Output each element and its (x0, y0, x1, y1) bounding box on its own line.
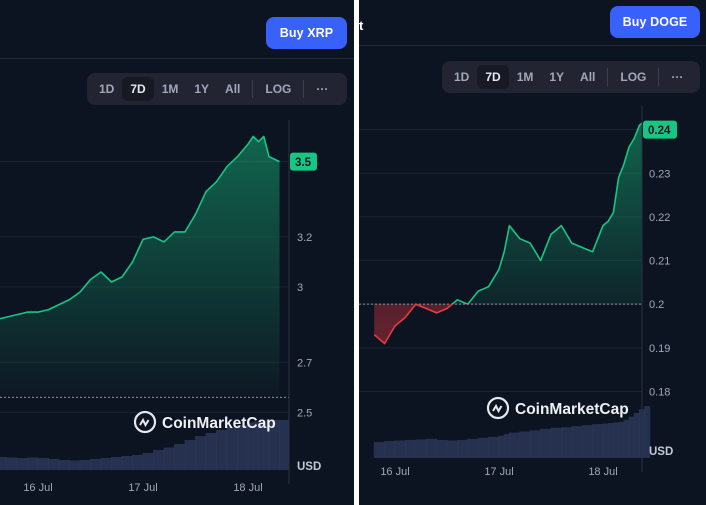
volume-bar (195, 436, 207, 470)
volume-bar (394, 440, 406, 458)
volume-bar (48, 459, 60, 470)
volume-bar (6, 457, 18, 470)
y-tick-label: 0.19 (649, 343, 670, 355)
volume-bar (477, 437, 489, 458)
volume-bar (467, 438, 479, 458)
volume-bar (415, 439, 427, 458)
x-tick-label: 18 Jul (233, 482, 262, 494)
y-tick-label: 3.2 (297, 232, 312, 244)
y-tick-label: 2.5 (297, 407, 312, 419)
volume-bar (132, 455, 144, 470)
watermark-text: CoinMarketCap (162, 415, 276, 432)
volume-bar (519, 431, 531, 458)
volume-bar (226, 427, 238, 470)
volume-bar (607, 423, 614, 458)
volume-bar (581, 425, 593, 458)
volume-bar (446, 440, 458, 458)
volume-bar (27, 457, 39, 470)
volume-bar (79, 460, 91, 470)
volume-bar (216, 430, 228, 470)
price-area-up (452, 123, 642, 305)
price-area-up (0, 136, 280, 398)
coinmarketcap-logo-icon (139, 417, 150, 428)
x-tick-label: 16 Jul (23, 482, 52, 494)
volume-bar (90, 459, 102, 470)
xrp-chart-panel: Buy XRP 1D 7D 1M 1Y All LOG ··· 2.5 2.7 3 3… (0, 0, 354, 505)
volume-bar (602, 423, 609, 458)
xrp-price-chart: 2.5 2.7 3 3.2 3.5 16 Jul 17 Jul 18 Jul USD CoinMa… (0, 120, 321, 494)
volume-bar (498, 435, 505, 458)
x-tick-label: 17 Jul (484, 466, 513, 478)
volume-bar (457, 439, 469, 458)
volume-bar (425, 438, 437, 458)
y-tick-label: 3 (297, 282, 303, 294)
volume-bar (550, 427, 562, 458)
volume-bar (0, 457, 7, 470)
volume-bar (16, 458, 28, 470)
volume-bar (592, 424, 604, 458)
coinmarketcap-logo-icon (492, 403, 503, 414)
volume-bar (37, 458, 49, 470)
x-tick-label: 18 Jul (588, 466, 617, 478)
volume-bar (509, 432, 521, 458)
volume-bar (69, 460, 81, 470)
volume-bar (121, 456, 133, 470)
volume-bar (623, 419, 630, 458)
volume-bar (100, 458, 112, 470)
current-price-label: 3.5 (295, 157, 312, 169)
currency-label: USD (649, 446, 673, 458)
y-tick-label: 2.7 (297, 357, 312, 369)
volume-bar (488, 436, 500, 458)
volume-bar (58, 460, 70, 470)
volume-bar (111, 457, 123, 470)
volume-bar (571, 426, 583, 458)
doge-price-chart: 0.18 0.19 0.2 0.21 0.22 0.23 0.24 16 Jul 17 Jul 1… (359, 106, 677, 478)
volume-bar (529, 430, 541, 458)
x-tick-label: 17 Jul (128, 482, 157, 494)
volume-bar (174, 444, 186, 470)
watermark-text: CoinMarketCap (515, 401, 629, 418)
x-tick-label: 16 Jul (380, 466, 409, 478)
volume-bar (205, 433, 217, 470)
volume-bar (618, 421, 625, 458)
volume-bar (561, 427, 573, 458)
y-tick-label: 0.18 (649, 386, 670, 398)
volume-bar (436, 439, 448, 458)
volume-bar (540, 428, 552, 458)
doge-chart-panel: t Buy DOGE 1D 7D 1M 1Y All LOG ··· 0.18 0… (359, 0, 706, 505)
volume-bar (613, 422, 619, 458)
volume-bar (633, 412, 640, 458)
y-tick-label: 0.2 (649, 299, 664, 311)
volume-bar (163, 447, 175, 470)
current-price-label: 0.24 (648, 125, 671, 137)
volume-bar (384, 441, 396, 458)
volume-bar (153, 450, 165, 470)
y-tick-label: 0.22 (649, 212, 670, 224)
coinmarketcap-watermark: CoinMarketCap (133, 410, 276, 434)
volume-bar (405, 439, 417, 458)
volume-bar (142, 453, 154, 470)
y-tick-label: 0.23 (649, 168, 670, 180)
coinmarketcap-watermark: CoinMarketCap (486, 396, 629, 420)
volume-bar (373, 442, 385, 458)
volume-bar (503, 434, 510, 458)
currency-label: USD (297, 461, 321, 473)
y-tick-label: 0.21 (649, 256, 670, 268)
volume-bar (628, 416, 635, 458)
volume-bar (184, 440, 196, 470)
volume-bar (279, 420, 289, 470)
